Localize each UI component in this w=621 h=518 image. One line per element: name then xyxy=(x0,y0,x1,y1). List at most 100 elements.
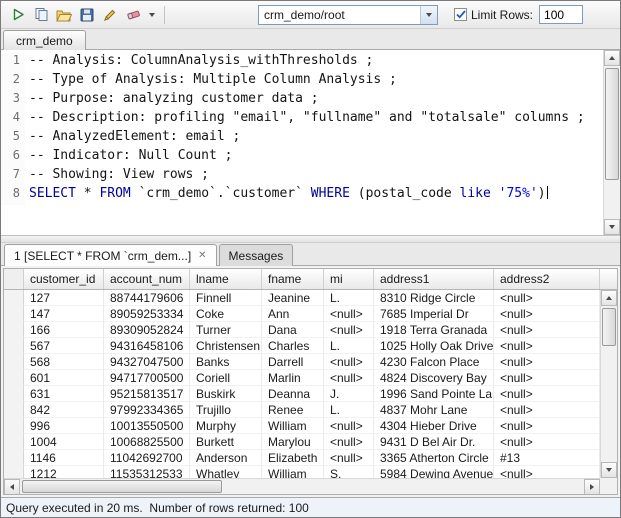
table-cell: <null> xyxy=(494,434,600,450)
table-vertical-scrollbar[interactable] xyxy=(600,290,617,478)
table-row[interactable]: 114611042692700AndersonElizabeth<null>33… xyxy=(4,450,617,466)
table-cell: 10068825500 xyxy=(104,434,190,450)
table-row[interactable]: 14789059253334CokeAnn<null>7685 Imperial… xyxy=(4,306,617,322)
table-cell: William xyxy=(262,418,324,434)
table-cell: Darrell xyxy=(262,354,324,370)
scroll-left-icon[interactable] xyxy=(4,479,20,495)
table-cell: 89059253334 xyxy=(104,306,190,322)
row-selector xyxy=(4,386,24,402)
table-hscrollbar-thumb[interactable] xyxy=(22,480,222,493)
table-cell: 4824 Discovery Bay xyxy=(374,370,494,386)
scroll-down-icon[interactable] xyxy=(601,462,617,478)
table-cell: 4230 Falcon Place xyxy=(374,354,494,370)
editor-scrollbar-thumb[interactable] xyxy=(605,68,619,180)
table-cell: <null> xyxy=(494,418,600,434)
row-selector xyxy=(4,450,24,466)
column-header-fname[interactable]: fname xyxy=(262,269,324,289)
sql-editor[interactable]: 12345678 -- Analysis: ColumnAnalysis_wit… xyxy=(1,50,620,236)
connection-value: crm_demo/root xyxy=(259,8,420,22)
editor-vertical-scrollbar[interactable] xyxy=(603,50,620,235)
result-tab-label: 1 [SELECT * FROM `crm_dem...] xyxy=(14,249,191,263)
open-folder-icon[interactable] xyxy=(53,4,75,26)
column-header-account_num[interactable]: account_num xyxy=(104,269,190,289)
code-line: -- AnalyzedElement: email ; xyxy=(29,129,601,148)
column-header-customer_id[interactable]: customer_id xyxy=(24,269,104,289)
table-cell: Elizabeth xyxy=(262,450,324,466)
table-cell: 97992334365 xyxy=(104,402,190,418)
code-line: -- Analysis: ColumnAnalysis_withThreshol… xyxy=(29,53,601,72)
table-cell: 1918 Terra Granada xyxy=(374,322,494,338)
table-row[interactable]: 12788744179606FinnellJeanineL.8310 Ridge… xyxy=(4,290,617,306)
table-cell: 89309052824 xyxy=(104,322,190,338)
code-line: -- Showing: View rows ; xyxy=(29,167,601,186)
edit-icon[interactable] xyxy=(99,4,121,26)
table-cell: 601 xyxy=(24,370,104,386)
table-cell: Coke xyxy=(190,306,262,322)
save-icon[interactable] xyxy=(76,4,98,26)
table-cell: Banks xyxy=(190,354,262,370)
table-row[interactable]: 56794316458106ChristensenCharlesL.1025 H… xyxy=(4,338,617,354)
table-row[interactable]: 63195215813517BuskirkDeannaJ.1996 Sand P… xyxy=(4,386,617,402)
editor-tabstrip: crm_demo xyxy=(1,29,620,50)
copy-icon[interactable] xyxy=(30,4,52,26)
table-row[interactable]: 100410068825500BurkettMarylou<null>9431 … xyxy=(4,434,617,450)
table-cell: 842 xyxy=(24,402,104,418)
code-line: SELECT * FROM `crm_demo`.`customer` WHER… xyxy=(29,186,601,205)
table-cell: L. xyxy=(324,290,374,306)
run-icon[interactable] xyxy=(7,4,29,26)
limit-rows-input[interactable] xyxy=(539,5,583,24)
sql-code-area[interactable]: -- Analysis: ColumnAnalysis_withThreshol… xyxy=(29,53,601,205)
row-selector xyxy=(4,370,24,386)
limit-rows-label: Limit Rows: xyxy=(471,8,533,22)
table-row[interactable]: 84297992334365TrujilloReneeL.4837 Mohr L… xyxy=(4,402,617,418)
column-header-address2[interactable]: address2 xyxy=(494,269,600,289)
table-row[interactable]: 16689309052824TurnerDana<null>1918 Terra… xyxy=(4,322,617,338)
line-number: 2 xyxy=(1,72,25,91)
table-cell: 8310 Ridge Circle xyxy=(374,290,494,306)
table-cell: <null> xyxy=(494,338,600,354)
line-number: 6 xyxy=(1,148,25,167)
column-header-lname[interactable]: lname xyxy=(190,269,262,289)
table-horizontal-scrollbar[interactable] xyxy=(4,478,600,494)
code-line: -- Indicator: Null Count ; xyxy=(29,148,601,167)
table-cell: 631 xyxy=(24,386,104,402)
table-cell: 127 xyxy=(24,290,104,306)
table-vscrollbar-thumb[interactable] xyxy=(602,308,616,346)
scroll-down-icon[interactable] xyxy=(604,219,620,235)
combo-chevron-down-icon[interactable] xyxy=(420,6,437,24)
table-row[interactable]: 99610013550500MurphyWilliam<null>4304 Hi… xyxy=(4,418,617,434)
table-cell: <null> xyxy=(494,290,600,306)
splitter[interactable] xyxy=(1,236,620,243)
limit-rows-checkbox[interactable] xyxy=(454,8,467,21)
table-header-row: customer_idaccount_numlnamefnamemiaddres… xyxy=(4,269,617,290)
table-cell: Marlin xyxy=(262,370,324,386)
column-header-mi[interactable]: mi xyxy=(324,269,374,289)
line-number: 8 xyxy=(1,186,25,205)
tab-result-1[interactable]: 1 [SELECT * FROM `crm_dem...] ✕ xyxy=(4,244,217,266)
messages-tab-label: Messages xyxy=(229,249,284,263)
table-cell: 166 xyxy=(24,322,104,338)
table-row[interactable]: 60194717700500CoriellMarlin<null>4824 Di… xyxy=(4,370,617,386)
table-cell: Jeanine xyxy=(262,290,324,306)
table-cell: <null> xyxy=(324,418,374,434)
table-cell: <null> xyxy=(494,386,600,402)
limit-rows-group: Limit Rows: xyxy=(454,8,533,22)
table-row[interactable]: 56894327047500BanksDarrell<null>4230 Fal… xyxy=(4,354,617,370)
column-header-address1[interactable]: address1 xyxy=(374,269,494,289)
connection-combobox[interactable]: crm_demo/root xyxy=(258,5,438,25)
line-number: 4 xyxy=(1,110,25,129)
table-cell: <null> xyxy=(494,322,600,338)
tab-messages[interactable]: Messages xyxy=(219,244,294,266)
toolbar-overflow-icon[interactable] xyxy=(145,4,159,26)
table-cell: 3365 Atherton Circle xyxy=(374,450,494,466)
table-cell: J. xyxy=(324,386,374,402)
scroll-right-icon[interactable] xyxy=(584,479,600,495)
tab-crm-demo[interactable]: crm_demo xyxy=(3,30,86,50)
clear-icon[interactable] xyxy=(122,4,144,26)
scroll-up-icon[interactable] xyxy=(601,290,617,306)
close-icon[interactable]: ✕ xyxy=(198,251,206,261)
table-cell: 94316458106 xyxy=(104,338,190,354)
table-cell: 568 xyxy=(24,354,104,370)
scroll-up-icon[interactable] xyxy=(604,50,620,66)
table-cell: L. xyxy=(324,402,374,418)
